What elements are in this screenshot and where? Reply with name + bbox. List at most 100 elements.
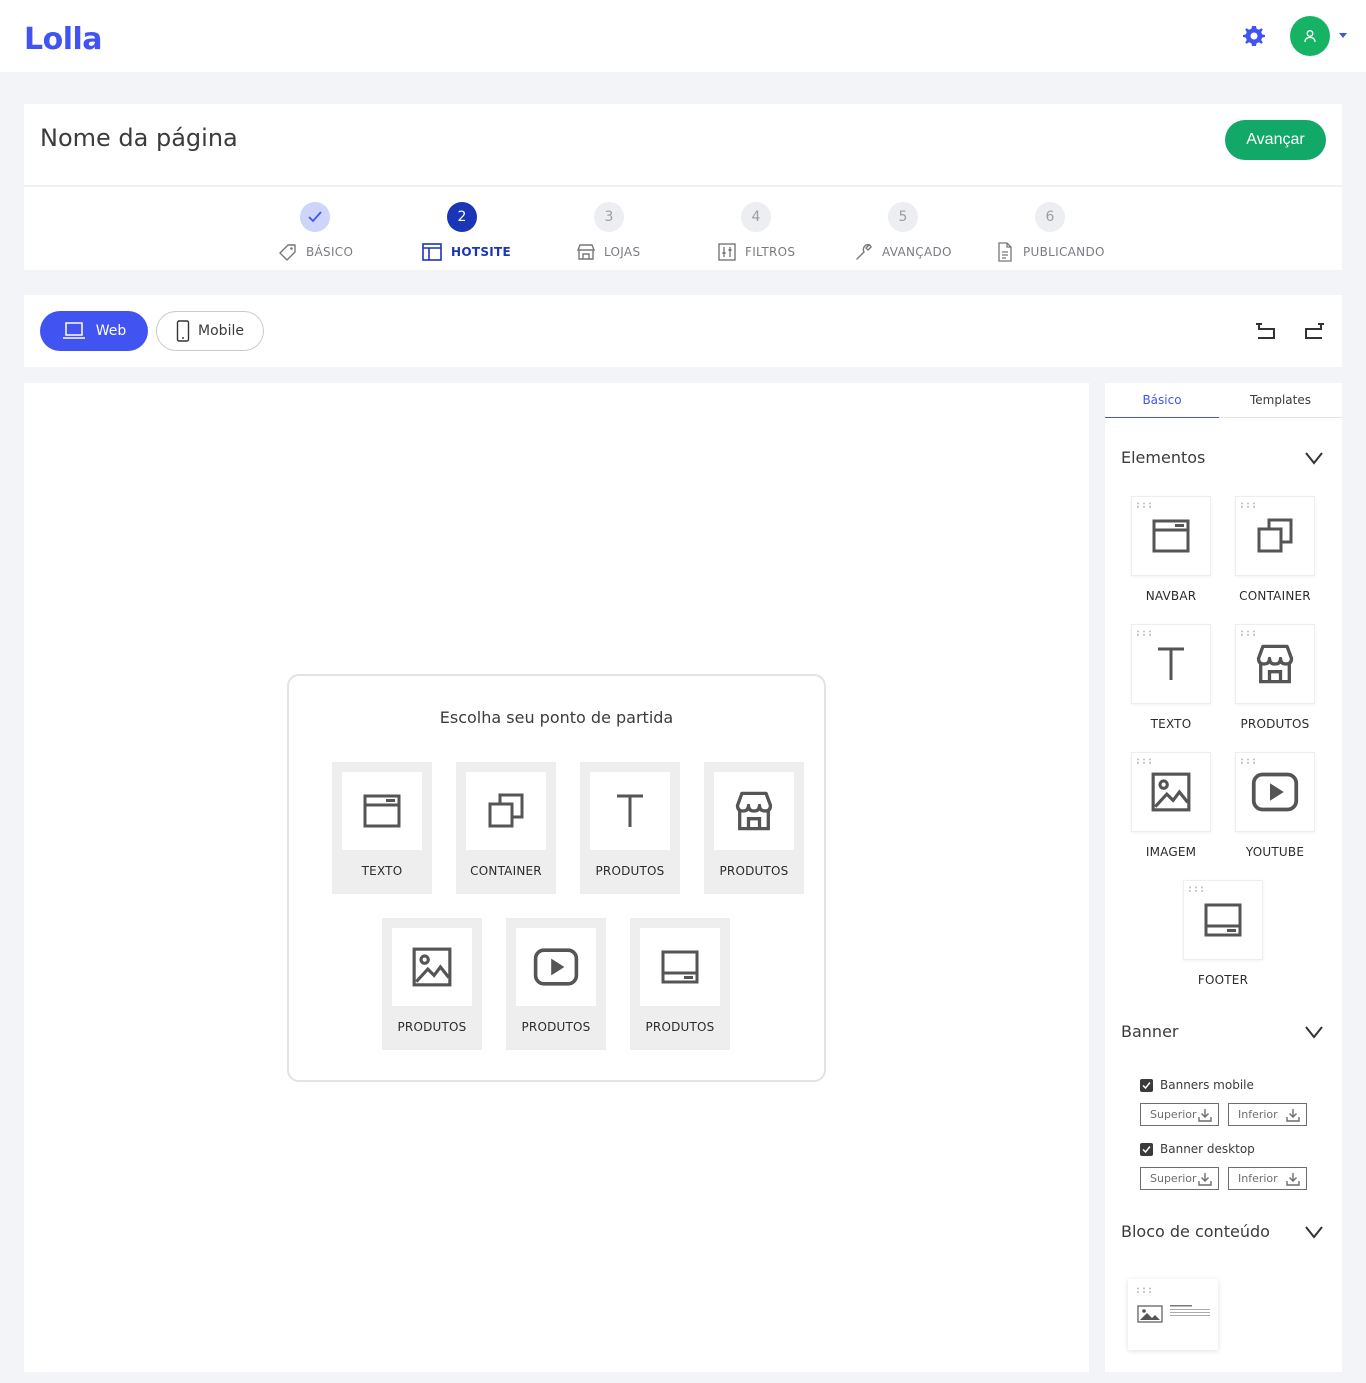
- download-icon: [1286, 1108, 1300, 1122]
- starting-point-title: Escolha seu ponto de partida: [439, 708, 674, 727]
- page-title[interactable]: Nome da página: [40, 124, 238, 152]
- start-tile[interactable]: PRODUTOS: [630, 918, 730, 1050]
- element-produtos[interactable]: [1235, 624, 1315, 704]
- element-label: CONTAINER: [1239, 589, 1311, 603]
- wrench-icon: [856, 244, 872, 260]
- start-tile[interactable]: PRODUTOS: [506, 918, 606, 1050]
- store-icon: [732, 789, 776, 833]
- element-navbar[interactable]: [1131, 496, 1211, 576]
- footer-icon: [660, 947, 700, 987]
- step-number: 5: [888, 202, 918, 232]
- divider: [24, 185, 1342, 187]
- upload-label: Inferior: [1238, 1172, 1278, 1185]
- start-tile[interactable]: TEXTO: [332, 762, 432, 894]
- tab-templates[interactable]: Templates: [1219, 383, 1342, 418]
- web-view-button[interactable]: Web: [40, 311, 148, 351]
- image-text-block-icon: [1137, 1305, 1163, 1323]
- user-icon: [1304, 30, 1316, 43]
- step-label: PUBLICANDO: [1023, 245, 1105, 259]
- avatar[interactable]: [1290, 16, 1330, 56]
- step-hotsite[interactable]: 2 HOTSITE: [417, 202, 567, 266]
- element-texto[interactable]: [1131, 624, 1211, 704]
- youtube-icon: [532, 943, 580, 991]
- app-logo[interactable]: Lolla: [24, 22, 103, 57]
- step-filtros[interactable]: 4 FILTROS: [711, 202, 861, 266]
- start-tile[interactable]: PRODUTOS: [382, 918, 482, 1050]
- chevron-down-icon[interactable]: [1339, 33, 1347, 38]
- drag-handle-icon[interactable]: [1240, 502, 1256, 508]
- upload-inferior-button[interactable]: Inferior: [1228, 1103, 1307, 1126]
- start-tile[interactable]: PRODUTOS: [580, 762, 680, 894]
- check-icon: [1142, 1082, 1151, 1090]
- upload-superior-button[interactable]: Superior: [1140, 1167, 1219, 1190]
- drag-handle-icon[interactable]: [1240, 630, 1256, 636]
- layout-icon: [422, 243, 442, 261]
- phone-icon: [176, 320, 190, 342]
- download-icon: [1286, 1172, 1300, 1186]
- tile-label: PRODUTOS: [719, 864, 789, 878]
- document-icon: [998, 242, 1012, 262]
- start-tile[interactable]: PRODUTOS: [704, 762, 804, 894]
- banner-section-title: Banner: [1121, 1022, 1179, 1041]
- image-icon: [1150, 771, 1192, 813]
- element-label: TEXTO: [1150, 717, 1192, 731]
- banners-mobile-checkbox[interactable]: [1140, 1079, 1153, 1092]
- banner-desktop-checkbox[interactable]: [1140, 1143, 1153, 1156]
- container-icon: [1255, 516, 1295, 556]
- drag-handle-icon[interactable]: [1188, 886, 1204, 892]
- element-label: FOOTER: [1197, 973, 1249, 987]
- tile-label: PRODUTOS: [397, 1020, 467, 1034]
- drag-handle-icon[interactable]: [1136, 1287, 1152, 1293]
- drag-handle-icon[interactable]: [1136, 758, 1152, 764]
- container-icon: [486, 791, 526, 831]
- check-icon: [300, 202, 330, 232]
- laptop-icon: [62, 322, 85, 339]
- step-label: HOTSITE: [451, 245, 512, 259]
- store-icon: [1253, 642, 1297, 686]
- elements-section-title: Elementos: [1121, 448, 1206, 467]
- download-icon: [1198, 1172, 1212, 1186]
- element-youtube[interactable]: [1235, 752, 1315, 832]
- step-number: 3: [594, 202, 624, 232]
- redo-icon[interactable]: [1303, 320, 1325, 342]
- gear-icon[interactable]: [1242, 24, 1266, 48]
- tile-label: PRODUTOS: [595, 864, 665, 878]
- upload-label: Inferior: [1238, 1108, 1278, 1121]
- step-avancado[interactable]: 5 AVANÇADO: [856, 202, 1008, 266]
- advance-button[interactable]: Avançar: [1225, 120, 1326, 160]
- mobile-label: Mobile: [198, 323, 244, 339]
- upload-label: Superior: [1150, 1108, 1197, 1121]
- start-tile[interactable]: CONTAINER: [456, 762, 556, 894]
- undo-icon[interactable]: [1255, 320, 1277, 342]
- step-label: AVANÇADO: [882, 245, 952, 259]
- chevron-down-icon[interactable]: [1304, 1225, 1324, 1239]
- tile-label: PRODUTOS: [521, 1020, 591, 1034]
- element-container[interactable]: [1235, 496, 1315, 576]
- element-footer[interactable]: [1183, 880, 1263, 960]
- step-lojas[interactable]: 3 LOJAS: [564, 202, 714, 266]
- tile-label: PRODUTOS: [645, 1020, 715, 1034]
- check-icon: [1142, 1146, 1151, 1154]
- content-block-section-title: Bloco de conteúdo: [1121, 1222, 1270, 1241]
- chevron-down-icon[interactable]: [1304, 451, 1324, 465]
- element-label: PRODUTOS: [1240, 717, 1310, 731]
- text-icon: [610, 791, 650, 831]
- mobile-view-button[interactable]: Mobile: [156, 311, 264, 351]
- upload-superior-button[interactable]: Superior: [1140, 1103, 1219, 1126]
- drag-handle-icon[interactable]: [1240, 758, 1256, 764]
- tab-basico[interactable]: Básico: [1105, 383, 1219, 418]
- checkbox-label: Banner desktop: [1160, 1142, 1255, 1156]
- footer-icon: [1203, 900, 1243, 940]
- step-basico[interactable]: BÁSICO: [270, 202, 420, 266]
- drag-handle-icon[interactable]: [1136, 502, 1152, 508]
- step-publicando[interactable]: 6 PUBLICANDO: [998, 202, 1155, 266]
- element-label: IMAGEM: [1145, 845, 1197, 859]
- upload-inferior-button[interactable]: Inferior: [1228, 1167, 1307, 1190]
- chevron-down-icon[interactable]: [1304, 1025, 1324, 1039]
- content-block-card[interactable]: [1128, 1279, 1218, 1350]
- tile-label: CONTAINER: [470, 864, 542, 878]
- navbar-icon: [1151, 516, 1191, 556]
- image-icon: [411, 946, 453, 988]
- drag-handle-icon[interactable]: [1136, 630, 1152, 636]
- element-imagem[interactable]: [1131, 752, 1211, 832]
